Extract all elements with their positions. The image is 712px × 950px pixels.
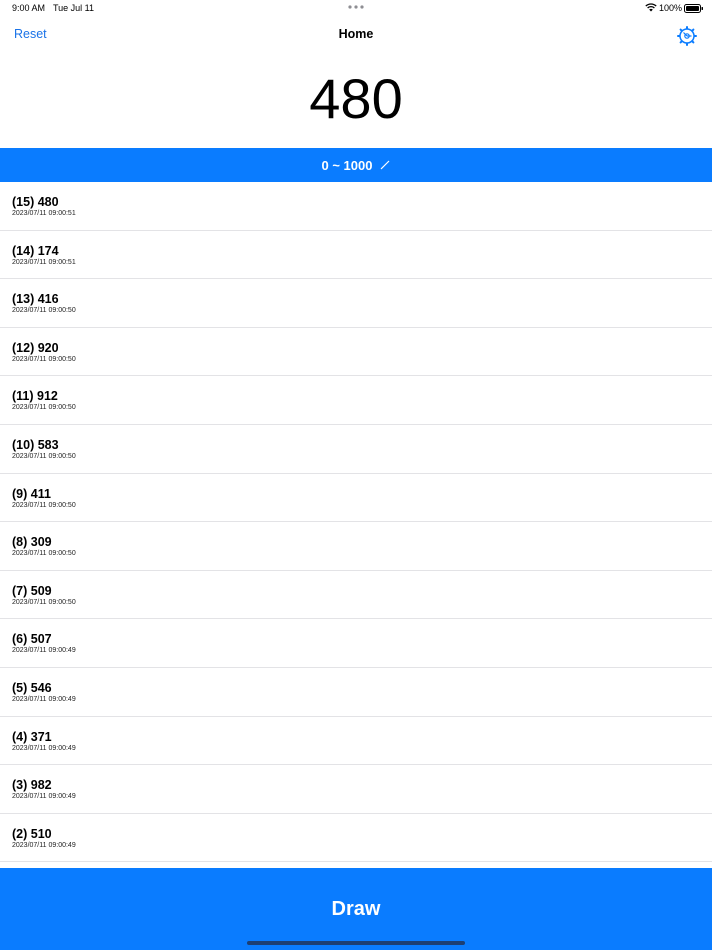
history-timestamp: 2023/07/11 09:00:50 [12, 355, 76, 363]
history-timestamp: 2023/07/11 09:00:50 [12, 501, 76, 509]
history-value: (10) 583 [12, 437, 59, 452]
navigation-bar: Reset Home [0, 22, 712, 48]
status-bar: 9:00 AM Tue Jul 11 100% [0, 0, 712, 18]
status-date: Tue Jul 11 [53, 3, 95, 13]
list-item[interactable]: (14) 174 2023/07/11 09:00:51 [0, 231, 712, 280]
history-timestamp: 2023/07/11 09:00:49 [12, 647, 76, 655]
battery-icon [684, 4, 703, 13]
history-timestamp: 2023/07/11 09:00:51 [12, 210, 76, 217]
history-value: (6) 507 [12, 632, 52, 647]
history-value: (13) 416 [12, 292, 59, 307]
history-value: (12) 920 [12, 340, 59, 355]
history-timestamp: 2023/07/11 09:00:50 [12, 307, 76, 315]
history-value: (2) 510 [12, 826, 52, 841]
gear-icon[interactable] [676, 25, 698, 47]
page-title: Home [338, 27, 374, 41]
wifi-icon [645, 3, 657, 12]
history-list[interactable]: (15) 480 2023/07/11 09:00:51 (14) 174 20… [0, 182, 712, 868]
home-indicator[interactable] [247, 941, 465, 945]
history-value: (7) 509 [12, 583, 52, 598]
range-button[interactable]: 0 ~ 1000 [0, 148, 712, 182]
list-item[interactable]: (8) 309 2023/07/11 09:00:50 [0, 522, 712, 571]
status-time: 9:00 AM [12, 3, 46, 13]
draw-button[interactable]: Draw [0, 868, 712, 950]
current-number: 480 [309, 67, 403, 130]
history-timestamp: 2023/07/11 09:00:49 [12, 744, 76, 752]
pencil-icon [381, 160, 390, 170]
list-item[interactable]: (9) 411 2023/07/11 09:00:50 [0, 474, 712, 523]
list-item[interactable]: (15) 480 2023/07/11 09:00:51 [0, 182, 712, 231]
history-value: (9) 411 [12, 486, 51, 501]
history-timestamp: 2023/07/11 09:00:49 [12, 793, 76, 801]
battery-percentage: 100% [659, 3, 683, 13]
history-value: (15) 480 [12, 195, 59, 209]
history-value: (14) 174 [12, 243, 59, 258]
list-item[interactable]: (5) 546 2023/07/11 09:00:49 [0, 668, 712, 717]
list-item[interactable]: (13) 416 2023/07/11 09:00:50 [0, 279, 712, 328]
list-item[interactable]: (6) 507 2023/07/11 09:00:49 [0, 619, 712, 668]
history-value: (3) 982 [12, 778, 52, 793]
list-item[interactable]: (4) 371 2023/07/11 09:00:49 [0, 717, 712, 766]
list-item[interactable]: (11) 912 2023/07/11 09:00:50 [0, 376, 712, 425]
list-item[interactable]: (10) 583 2023/07/11 09:00:50 [0, 425, 712, 474]
history-timestamp: 2023/07/11 09:00:50 [12, 598, 76, 606]
multitasking-dots-icon[interactable] [347, 2, 365, 12]
range-label: 0 ~ 1000 [321, 157, 373, 173]
list-item[interactable]: (7) 509 2023/07/11 09:00:50 [0, 571, 712, 620]
history-timestamp: 2023/07/11 09:00:50 [12, 404, 76, 412]
history-timestamp: 2023/07/11 09:00:50 [12, 452, 76, 460]
list-item[interactable]: (2) 510 2023/07/11 09:00:49 [0, 814, 712, 863]
history-value: (5) 546 [12, 680, 52, 695]
history-timestamp: 2023/07/11 09:00:49 [12, 695, 76, 703]
history-value: (11) 912 [12, 389, 58, 404]
list-item[interactable]: (12) 920 2023/07/11 09:00:50 [0, 328, 712, 377]
history-value: (4) 371 [12, 729, 52, 744]
history-timestamp: 2023/07/11 09:00:51 [12, 258, 76, 266]
list-item[interactable]: (3) 982 2023/07/11 09:00:49 [0, 765, 712, 814]
history-timestamp: 2023/07/11 09:00:50 [12, 550, 76, 558]
history-timestamp: 2023/07/11 09:00:49 [12, 841, 76, 849]
history-value: (8) 309 [12, 535, 52, 550]
